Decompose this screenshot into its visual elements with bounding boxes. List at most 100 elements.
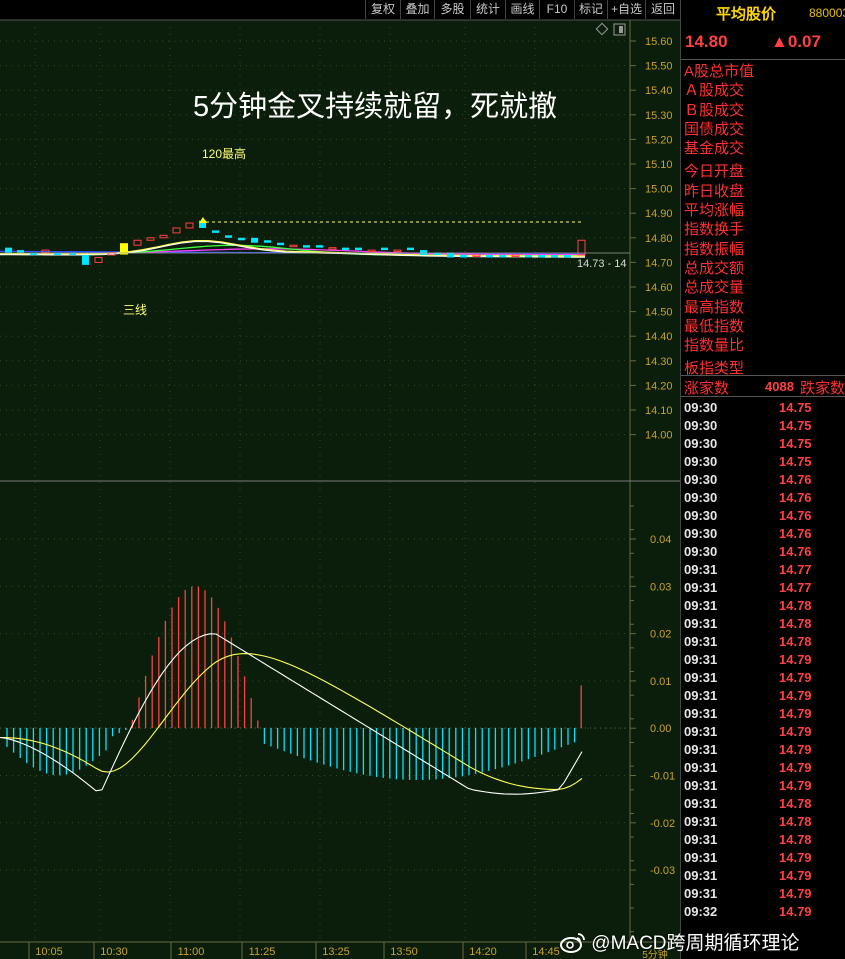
tick-row: 09:30 14.76 [681, 471, 845, 489]
tick-price: 14.78 [779, 634, 812, 649]
tick-row: 09:30 14.76 [681, 543, 845, 561]
tick-row: 09:31 14.78 [681, 831, 845, 849]
candle-up [289, 244, 298, 248]
candle-down [420, 250, 427, 256]
advance-decline-row: 涨家数 4088 跌家数 [681, 375, 845, 397]
tick-price: 14.76 [779, 526, 812, 541]
tick-price: 14.78 [779, 598, 812, 613]
tick-row: 09:31 14.78 [681, 813, 845, 831]
macd-axis-label: 0.03 [650, 581, 671, 593]
watermark: @MACD跨周期循环理论 [560, 928, 800, 955]
stat-label: Ｂ股成交 [684, 101, 745, 119]
tick-time: 09:30 [684, 490, 718, 505]
weibo-logo-icon [560, 933, 585, 953]
tick-list[interactable]: 09:30 14.75 09:30 14.75 09:30 14.75 09:30 14.75… [681, 399, 845, 921]
tick-row: 09:31 14.79 [681, 741, 845, 759]
candle-down [316, 245, 323, 248]
time-axis-label: 13:50 [390, 946, 418, 958]
price-axis-label: 14.60 [645, 282, 673, 294]
chart-canvas[interactable]: 15.60 15.50 15.40 15.30 15.20 15.10 15.00 14.90… [0, 0, 680, 959]
price-axis-label: 15.20 [645, 134, 673, 146]
quote-panel: 平均股价 880003 14.80 ▲0.07 A股总市值 Ａ股成交Ｂ股成交国债成… [680, 0, 845, 959]
tick-price: 14.76 [779, 508, 812, 523]
tick-time: 09:30 [684, 508, 718, 523]
candle-down [342, 247, 349, 251]
tick-time: 09:31 [684, 724, 718, 739]
time-axis-label: 10:05 [35, 946, 63, 958]
tick-row: 09:31 14.79 [681, 651, 845, 669]
tick-time: 09:30 [684, 400, 718, 415]
candle-down [264, 240, 271, 243]
price-axis-label: 15.40 [645, 85, 673, 97]
stat-label: 平均涨幅 [684, 202, 745, 220]
tick-row: 09:31 14.79 [681, 687, 845, 705]
candle-up [185, 222, 194, 229]
candle-down [564, 255, 571, 258]
candle-down [225, 235, 232, 238]
tick-price: 14.77 [779, 562, 812, 577]
candle-up [94, 256, 103, 263]
tick-price: 14.76 [779, 472, 812, 487]
tick-time: 09:31 [684, 850, 718, 865]
tick-time: 09:30 [684, 454, 718, 469]
tick-time: 09:32 [684, 904, 718, 919]
tick-price: 14.76 [779, 544, 812, 559]
advance-label: 涨家数 [684, 380, 730, 397]
candle-down [5, 247, 12, 253]
tick-price: 14.79 [779, 760, 812, 775]
time-axis-label: 11:25 [249, 946, 276, 958]
candle-down [355, 247, 362, 251]
price-axis-label: 14.80 [645, 233, 673, 245]
candle-down [499, 255, 506, 258]
tick-row: 09:30 14.76 [681, 489, 845, 507]
candle-up [159, 234, 168, 239]
tick-time: 09:30 [684, 418, 718, 433]
candle-down [277, 242, 284, 246]
candle-down [251, 237, 258, 243]
tick-time: 09:30 [684, 472, 718, 487]
macd-axis-label: -0.03 [650, 865, 675, 877]
price-axis-label: 15.10 [645, 159, 673, 171]
candle-up [393, 249, 402, 253]
tick-price: 14.79 [779, 706, 812, 721]
candle-up [328, 247, 337, 250]
tick-price: 14.78 [779, 616, 812, 631]
macd-axis-label: 0.00 [650, 723, 671, 735]
tick-row: 09:30 14.76 [681, 525, 845, 543]
tick-time: 09:31 [684, 868, 718, 883]
tick-time: 09:30 [684, 526, 718, 541]
tick-price: 14.79 [779, 742, 812, 757]
time-axis-label: 10:30 [100, 946, 128, 958]
time-axis-label: 11:00 [178, 946, 205, 958]
candle-down [551, 255, 558, 258]
chart-area[interactable]: 复权 叠加 多股 统计 画线 F10 标记 +自选 返回 15.60 15.50 15.40 15.3… [0, 0, 680, 959]
tick-time: 09:31 [684, 652, 718, 667]
candle-down [525, 255, 532, 258]
candle-up [367, 249, 376, 253]
annotation-high: 120最高 [202, 146, 246, 161]
stat-label: 指数振幅 [684, 240, 745, 258]
price-axis-label: 14.40 [645, 331, 673, 343]
tick-row: 09:31 14.77 [681, 579, 845, 597]
tick-price: 14.78 [779, 814, 812, 829]
candle-down [238, 237, 245, 241]
tick-row: 09:32 14.79 [681, 903, 845, 921]
stat-label: 昨日收盘 [684, 182, 745, 200]
tick-price: 14.79 [779, 652, 812, 667]
tick-row: 09:30 14.75 [681, 435, 845, 453]
tick-row: 09:30 14.75 [681, 399, 845, 417]
tick-row: 09:31 14.79 [681, 705, 845, 723]
candle-down [407, 247, 414, 251]
watermark-text: @MACD跨周期循环理论 [591, 933, 800, 954]
tick-price: 14.79 [779, 778, 812, 793]
time-axis-label: 14:20 [469, 946, 497, 958]
stat-label: 最高指数 [684, 298, 745, 316]
tick-row: 09:31 14.78 [681, 795, 845, 813]
candle-down [212, 230, 219, 233]
stat-label: Ａ股成交 [684, 82, 745, 100]
stat-label: 基金成交 [684, 140, 745, 158]
tick-row: 09:31 14.78 [681, 633, 845, 651]
macd-axis-label: 0.04 [650, 534, 671, 546]
tick-time: 09:31 [684, 742, 718, 757]
tick-time: 09:31 [684, 886, 718, 901]
